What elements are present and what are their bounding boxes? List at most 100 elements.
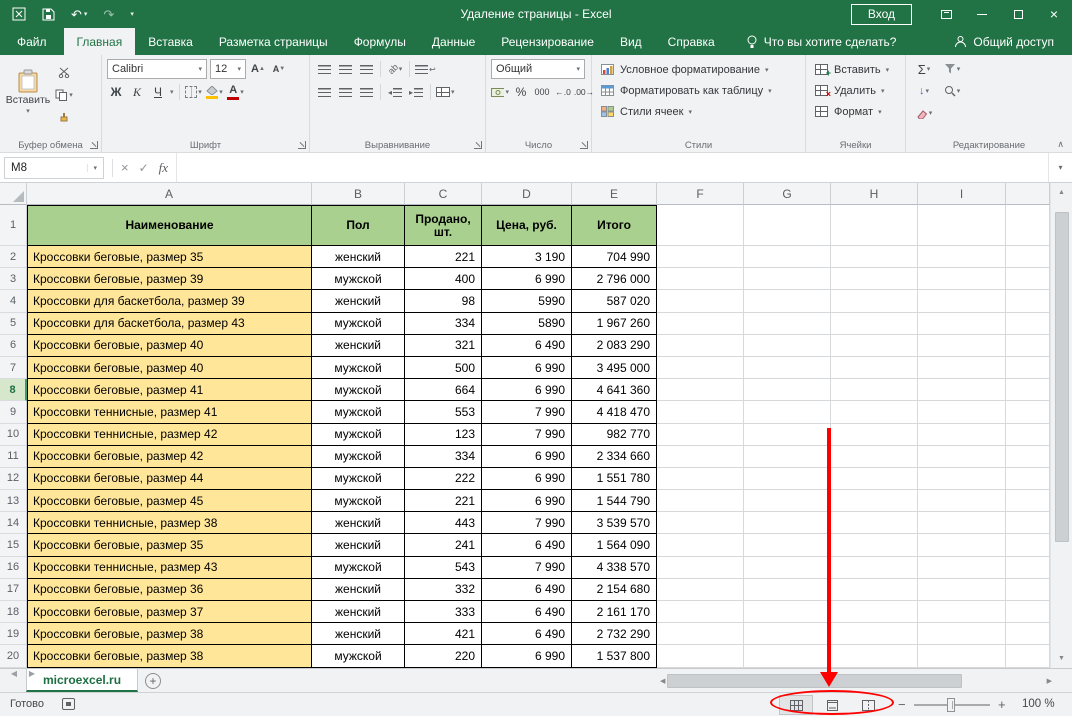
decrease-decimal-icon[interactable]: .00→ [575,82,593,102]
column-header-D[interactable]: D [482,183,572,205]
cell-G4[interactable] [744,290,831,312]
cell-C15[interactable]: 241 [405,534,482,556]
cell-C11[interactable]: 334 [405,446,482,468]
select-all-corner[interactable] [0,183,27,205]
cell-B20[interactable]: мужской [312,645,405,667]
cell-A7[interactable]: Кроссовки беговые, размер 40 [27,357,312,379]
cell-J4[interactable] [1006,290,1050,312]
cell-D6[interactable]: 6 490 [482,335,572,357]
cell-J1[interactable] [1006,205,1050,246]
tab-help[interactable]: Справка [655,28,728,55]
cell-J15[interactable] [1006,534,1050,556]
cell-H6[interactable] [831,335,918,357]
cell-G19[interactable] [744,623,831,645]
cell-F20[interactable] [657,645,744,667]
column-header-C[interactable]: C [405,183,482,205]
column-header-A[interactable]: A [27,183,312,205]
undo-icon[interactable]: ↶▾ [71,8,87,21]
insert-cells-button[interactable]: + Вставить▾ [811,59,901,80]
cell-A16[interactable]: Кроссовки теннисные, размер 43 [27,557,312,579]
cell-D16[interactable]: 7 990 [482,557,572,579]
font-size-combo[interactable]: 12▾ [210,59,246,79]
cell-J17[interactable] [1006,579,1050,601]
cell-F18[interactable] [657,601,744,623]
cell-J18[interactable] [1006,601,1050,623]
cell-H3[interactable] [831,268,918,290]
cell-H20[interactable] [831,645,918,667]
zoom-out-button[interactable]: − [898,697,906,712]
cell-B11[interactable]: мужской [312,446,405,468]
cell-D8[interactable]: 6 990 [482,379,572,401]
minimize-icon[interactable] [964,0,1000,28]
row-header-10[interactable]: 10 [0,424,27,446]
row-header-16[interactable]: 16 [0,557,27,579]
merge-center-icon[interactable]: ▾ [436,82,455,102]
cell-D4[interactable]: 5990 [482,290,572,312]
column-header-B[interactable]: B [312,183,405,205]
cell-I5[interactable] [918,313,1006,335]
cell-E14[interactable]: 3 539 570 [572,512,657,534]
cell-H2[interactable] [831,246,918,268]
cell-E20[interactable]: 1 537 800 [572,645,657,667]
column-header-I[interactable]: I [918,183,1006,205]
cell-F14[interactable] [657,512,744,534]
cell-G13[interactable] [744,490,831,512]
cell-D10[interactable]: 7 990 [482,424,572,446]
cell-F8[interactable] [657,379,744,401]
find-select-icon[interactable]: ▾ [943,81,961,101]
comma-style-icon[interactable]: 000 [533,82,551,102]
cell-A9[interactable]: Кроссовки теннисные, размер 41 [27,401,312,423]
borders-icon[interactable]: ▾ [185,82,203,102]
cell-B12[interactable]: мужской [312,468,405,490]
cell-A1[interactable]: Наименование [27,205,312,246]
row-header-2[interactable]: 2 [0,246,27,268]
cell-F11[interactable] [657,446,744,468]
cell-J19[interactable] [1006,623,1050,645]
row-header-19[interactable]: 19 [0,623,27,645]
accounting-format-icon[interactable]: ▾ [491,82,509,102]
cell-A5[interactable]: Кроссовки для баскетбола, размер 43 [27,313,312,335]
decrease-indent-icon[interactable]: ◂ [386,82,404,102]
collapse-ribbon-icon[interactable]: ∧ [1057,139,1064,150]
cell-G8[interactable] [744,379,831,401]
cell-B19[interactable]: женский [312,623,405,645]
cell-styles-button[interactable]: Стили ячеек▾ [597,101,801,122]
align-bottom-icon[interactable] [357,59,375,79]
conditional-formatting-button[interactable]: Условное форматирование▾ [597,59,801,80]
cell-E16[interactable]: 4 338 570 [572,557,657,579]
decrease-font-size-icon[interactable]: A▼ [270,59,288,79]
cell-I19[interactable] [918,623,1006,645]
cell-I14[interactable] [918,512,1006,534]
cell-H12[interactable] [831,468,918,490]
cell-E18[interactable]: 2 161 170 [572,601,657,623]
cell-H15[interactable] [831,534,918,556]
zoom-slider[interactable] [914,704,990,706]
cell-G16[interactable] [744,557,831,579]
cell-H19[interactable] [831,623,918,645]
macro-record-icon[interactable] [62,698,75,710]
cell-D3[interactable]: 6 990 [482,268,572,290]
tab-page-layout[interactable]: Разметка страницы [206,28,341,55]
cell-G3[interactable] [744,268,831,290]
cell-F5[interactable] [657,313,744,335]
cell-E5[interactable]: 1 967 260 [572,313,657,335]
cell-I3[interactable] [918,268,1006,290]
increase-indent-icon[interactable]: ▸ [407,82,425,102]
cell-B6[interactable]: женский [312,335,405,357]
scroll-left-icon[interactable]: ◀ [660,678,665,685]
cell-C7[interactable]: 500 [405,357,482,379]
cell-B1[interactable]: Пол [312,205,405,246]
cell-G12[interactable] [744,468,831,490]
name-box[interactable]: M8 ▾ [4,157,104,179]
bold-button[interactable]: Ж [107,82,125,102]
formula-input[interactable] [176,153,1048,182]
clear-icon[interactable]: ▾ [915,103,933,123]
cell-D9[interactable]: 7 990 [482,401,572,423]
cell-B13[interactable]: мужской [312,490,405,512]
cell-C13[interactable]: 221 [405,490,482,512]
fill-color-icon[interactable]: ▾ [206,82,224,102]
cell-H14[interactable] [831,512,918,534]
scroll-down-icon[interactable]: ▼ [1058,649,1065,668]
cell-D14[interactable]: 7 990 [482,512,572,534]
cell-H16[interactable] [831,557,918,579]
